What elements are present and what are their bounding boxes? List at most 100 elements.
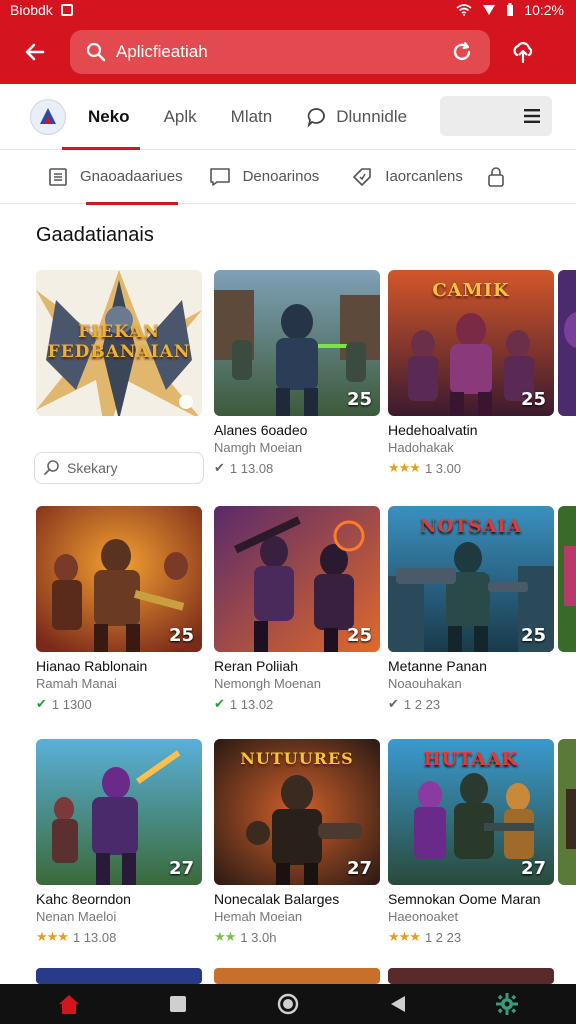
thumbnail-badge: 27 bbox=[346, 858, 372, 879]
upload-icon bbox=[513, 42, 533, 64]
app-logo[interactable] bbox=[30, 98, 66, 135]
game-card-partial[interactable] bbox=[558, 506, 576, 652]
card-subtitle: Nenan Maeloi bbox=[36, 909, 117, 924]
status-app-label: Biobdk bbox=[10, 2, 53, 18]
subtab-gnaoadaariues-label: Gnaoadaariues bbox=[80, 168, 183, 185]
card-meta: ✔ 1 13.08 bbox=[214, 460, 380, 476]
game-card-partial[interactable] bbox=[558, 270, 576, 416]
game-thumbnail: 25 bbox=[214, 270, 380, 416]
card-title: Semnokan Oome Maran bbox=[388, 891, 541, 907]
app-logo-icon bbox=[40, 107, 56, 124]
game-thumbnail bbox=[214, 968, 380, 984]
game-card-partial[interactable] bbox=[388, 968, 554, 984]
tab-aplk-label: Aplk bbox=[163, 106, 197, 126]
card-meta: ★★★ 1 13.08 bbox=[36, 929, 202, 945]
search-chip[interactable]: Skekary bbox=[34, 452, 204, 484]
card-subtitle: Ramah Manai bbox=[36, 676, 117, 691]
card-meta-value: 1 2 23 bbox=[424, 929, 462, 945]
game-thumbnail bbox=[558, 739, 576, 885]
tab-dlunnidle-label: Dlunnidle bbox=[336, 106, 408, 126]
status-time: 10:2% bbox=[524, 2, 564, 18]
tab-dlunnidle[interactable]: Dlunnidle bbox=[306, 84, 407, 150]
section-title: Gaadatianais bbox=[36, 224, 154, 246]
card-subtitle: Namgh Moeian bbox=[214, 440, 303, 455]
game-card[interactable]: 27 Kahc 8eorndon Nenan Maeloi ★★★ 1 13.0… bbox=[36, 739, 202, 945]
app-screen: Biobdk 10:2% Aplicfieatiah Neko Aplk Mla… bbox=[0, 0, 576, 1024]
signal-icon bbox=[483, 5, 496, 15]
game-card[interactable]: 25 Reran Poliiah Nemongh Moenan ✔ 1 13.0… bbox=[214, 506, 380, 712]
game-thumbnail: NUTUURES 27 bbox=[214, 739, 380, 885]
thumbnail-badge: 25 bbox=[520, 625, 546, 646]
refresh-icon[interactable] bbox=[446, 41, 478, 63]
thumbnail-title: NOTSAIA bbox=[420, 516, 522, 537]
nav-home[interactable] bbox=[49, 984, 89, 1024]
card-title: Nonecalak Balarges bbox=[214, 891, 340, 907]
card-title: Kahc 8eorndon bbox=[36, 891, 131, 907]
game-thumbnail bbox=[558, 270, 576, 416]
card-meta-value: 1 3.0h bbox=[240, 929, 277, 945]
game-thumbnail: NOTSAIA 25 bbox=[388, 506, 554, 652]
check-icon: ✔ bbox=[36, 696, 47, 711]
game-card-partial[interactable] bbox=[36, 968, 202, 984]
upload-button[interactable] bbox=[490, 20, 556, 84]
nav-settings[interactable] bbox=[487, 984, 527, 1024]
game-card[interactable]: 25 Hianao Rablonain Ramah Manai ✔ 1 1300 bbox=[36, 506, 202, 712]
game-thumbnail bbox=[388, 968, 554, 984]
game-thumbnail: 25 bbox=[36, 506, 202, 652]
back-button[interactable] bbox=[0, 20, 70, 84]
subtab-denoarinos[interactable]: Denoarinos bbox=[183, 150, 320, 204]
game-card[interactable]: FIEKAN FEDBANAIAN bbox=[36, 270, 202, 416]
top-tab-bar: Neko Aplk Mlatn Dlunnidle bbox=[0, 84, 576, 150]
game-card[interactable]: NUTUURES 27 Nonecalak Balarges Hemah Moe… bbox=[214, 739, 380, 945]
card-subtitle: Noaouhakan bbox=[388, 676, 462, 691]
card-title: Hedehoalvatin bbox=[388, 422, 478, 438]
thumbnail-badge: 25 bbox=[520, 389, 546, 410]
tab-aplk[interactable]: Aplk bbox=[164, 84, 197, 150]
game-thumbnail: 27 bbox=[36, 739, 202, 885]
game-card[interactable]: NOTSAIA 25 Metanne Panan Noaouhakan ✔ 1 … bbox=[388, 506, 554, 712]
tab-neko[interactable]: Neko bbox=[62, 84, 140, 150]
game-card[interactable]: CAMIK 25 Hedehoalvatin Hadohakak ★★★ 1 3… bbox=[388, 270, 554, 476]
card-meta: ★★★ 1 3.00 bbox=[388, 460, 554, 476]
game-thumbnail bbox=[36, 968, 202, 984]
game-card[interactable]: 25 Alanes 6oadeo Namgh Moeian ✔ 1 13.08 bbox=[214, 270, 380, 476]
notification-icon bbox=[60, 4, 73, 16]
card-meta-value: 1 13.08 bbox=[229, 460, 274, 476]
card-subtitle: Hadohakak bbox=[388, 440, 454, 455]
thumbnail-badge: 25 bbox=[168, 625, 194, 646]
card-title: Reran Poliiah bbox=[214, 658, 299, 674]
thumbnail-badge: 25 bbox=[346, 625, 372, 646]
sub-tab-bar: Gnaoadaariues Denoarinos Iaorcanlens bbox=[0, 150, 576, 205]
card-meta: ★★★ 1 2 23 bbox=[388, 929, 554, 945]
message-icon bbox=[209, 167, 230, 186]
back-triangle-icon bbox=[390, 996, 405, 1012]
wifi-icon bbox=[456, 4, 472, 16]
subtab-more[interactable] bbox=[463, 150, 505, 204]
status-bar: Biobdk 10:2% bbox=[0, 0, 576, 20]
nav-home-circle[interactable] bbox=[268, 984, 308, 1024]
search-input[interactable]: Aplicfieatiah bbox=[110, 42, 446, 62]
subtab-denoarinos-label: Denoarinos bbox=[242, 168, 320, 185]
hamburger-menu-icon bbox=[524, 109, 540, 123]
menu-button[interactable] bbox=[440, 96, 552, 136]
subtab-gnaoadaariues[interactable]: Gnaoadaariues bbox=[0, 150, 183, 205]
card-meta-value: 1 13.02 bbox=[229, 696, 274, 712]
search-icon bbox=[44, 460, 59, 475]
search-bar[interactable]: Aplicfieatiah bbox=[70, 30, 490, 74]
app-bar: Aplicfieatiah bbox=[0, 20, 576, 84]
thumbnail-title: HUTAAK bbox=[423, 749, 519, 770]
tab-mlatn[interactable]: Mlatn bbox=[231, 84, 273, 150]
game-card-partial[interactable] bbox=[558, 739, 576, 885]
subtab-iaorcanlens[interactable]: Iaorcanlens bbox=[319, 150, 463, 204]
list-icon bbox=[49, 167, 67, 186]
circle-icon bbox=[277, 993, 299, 1015]
game-card-partial[interactable] bbox=[214, 968, 380, 984]
nav-back[interactable] bbox=[378, 984, 418, 1024]
card-subtitle: Nemongh Moenan bbox=[214, 676, 321, 691]
check-icon: ✔ bbox=[214, 696, 225, 711]
card-subtitle: Haeonoaket bbox=[388, 909, 459, 924]
card-meta: ✔ 1 13.02 bbox=[214, 696, 380, 712]
nav-recents[interactable] bbox=[158, 984, 198, 1024]
game-card[interactable]: HUTAAK 27 Semnokan Oome Maran Haeonoaket… bbox=[388, 739, 554, 945]
tab-neko-label: Neko bbox=[88, 106, 130, 126]
